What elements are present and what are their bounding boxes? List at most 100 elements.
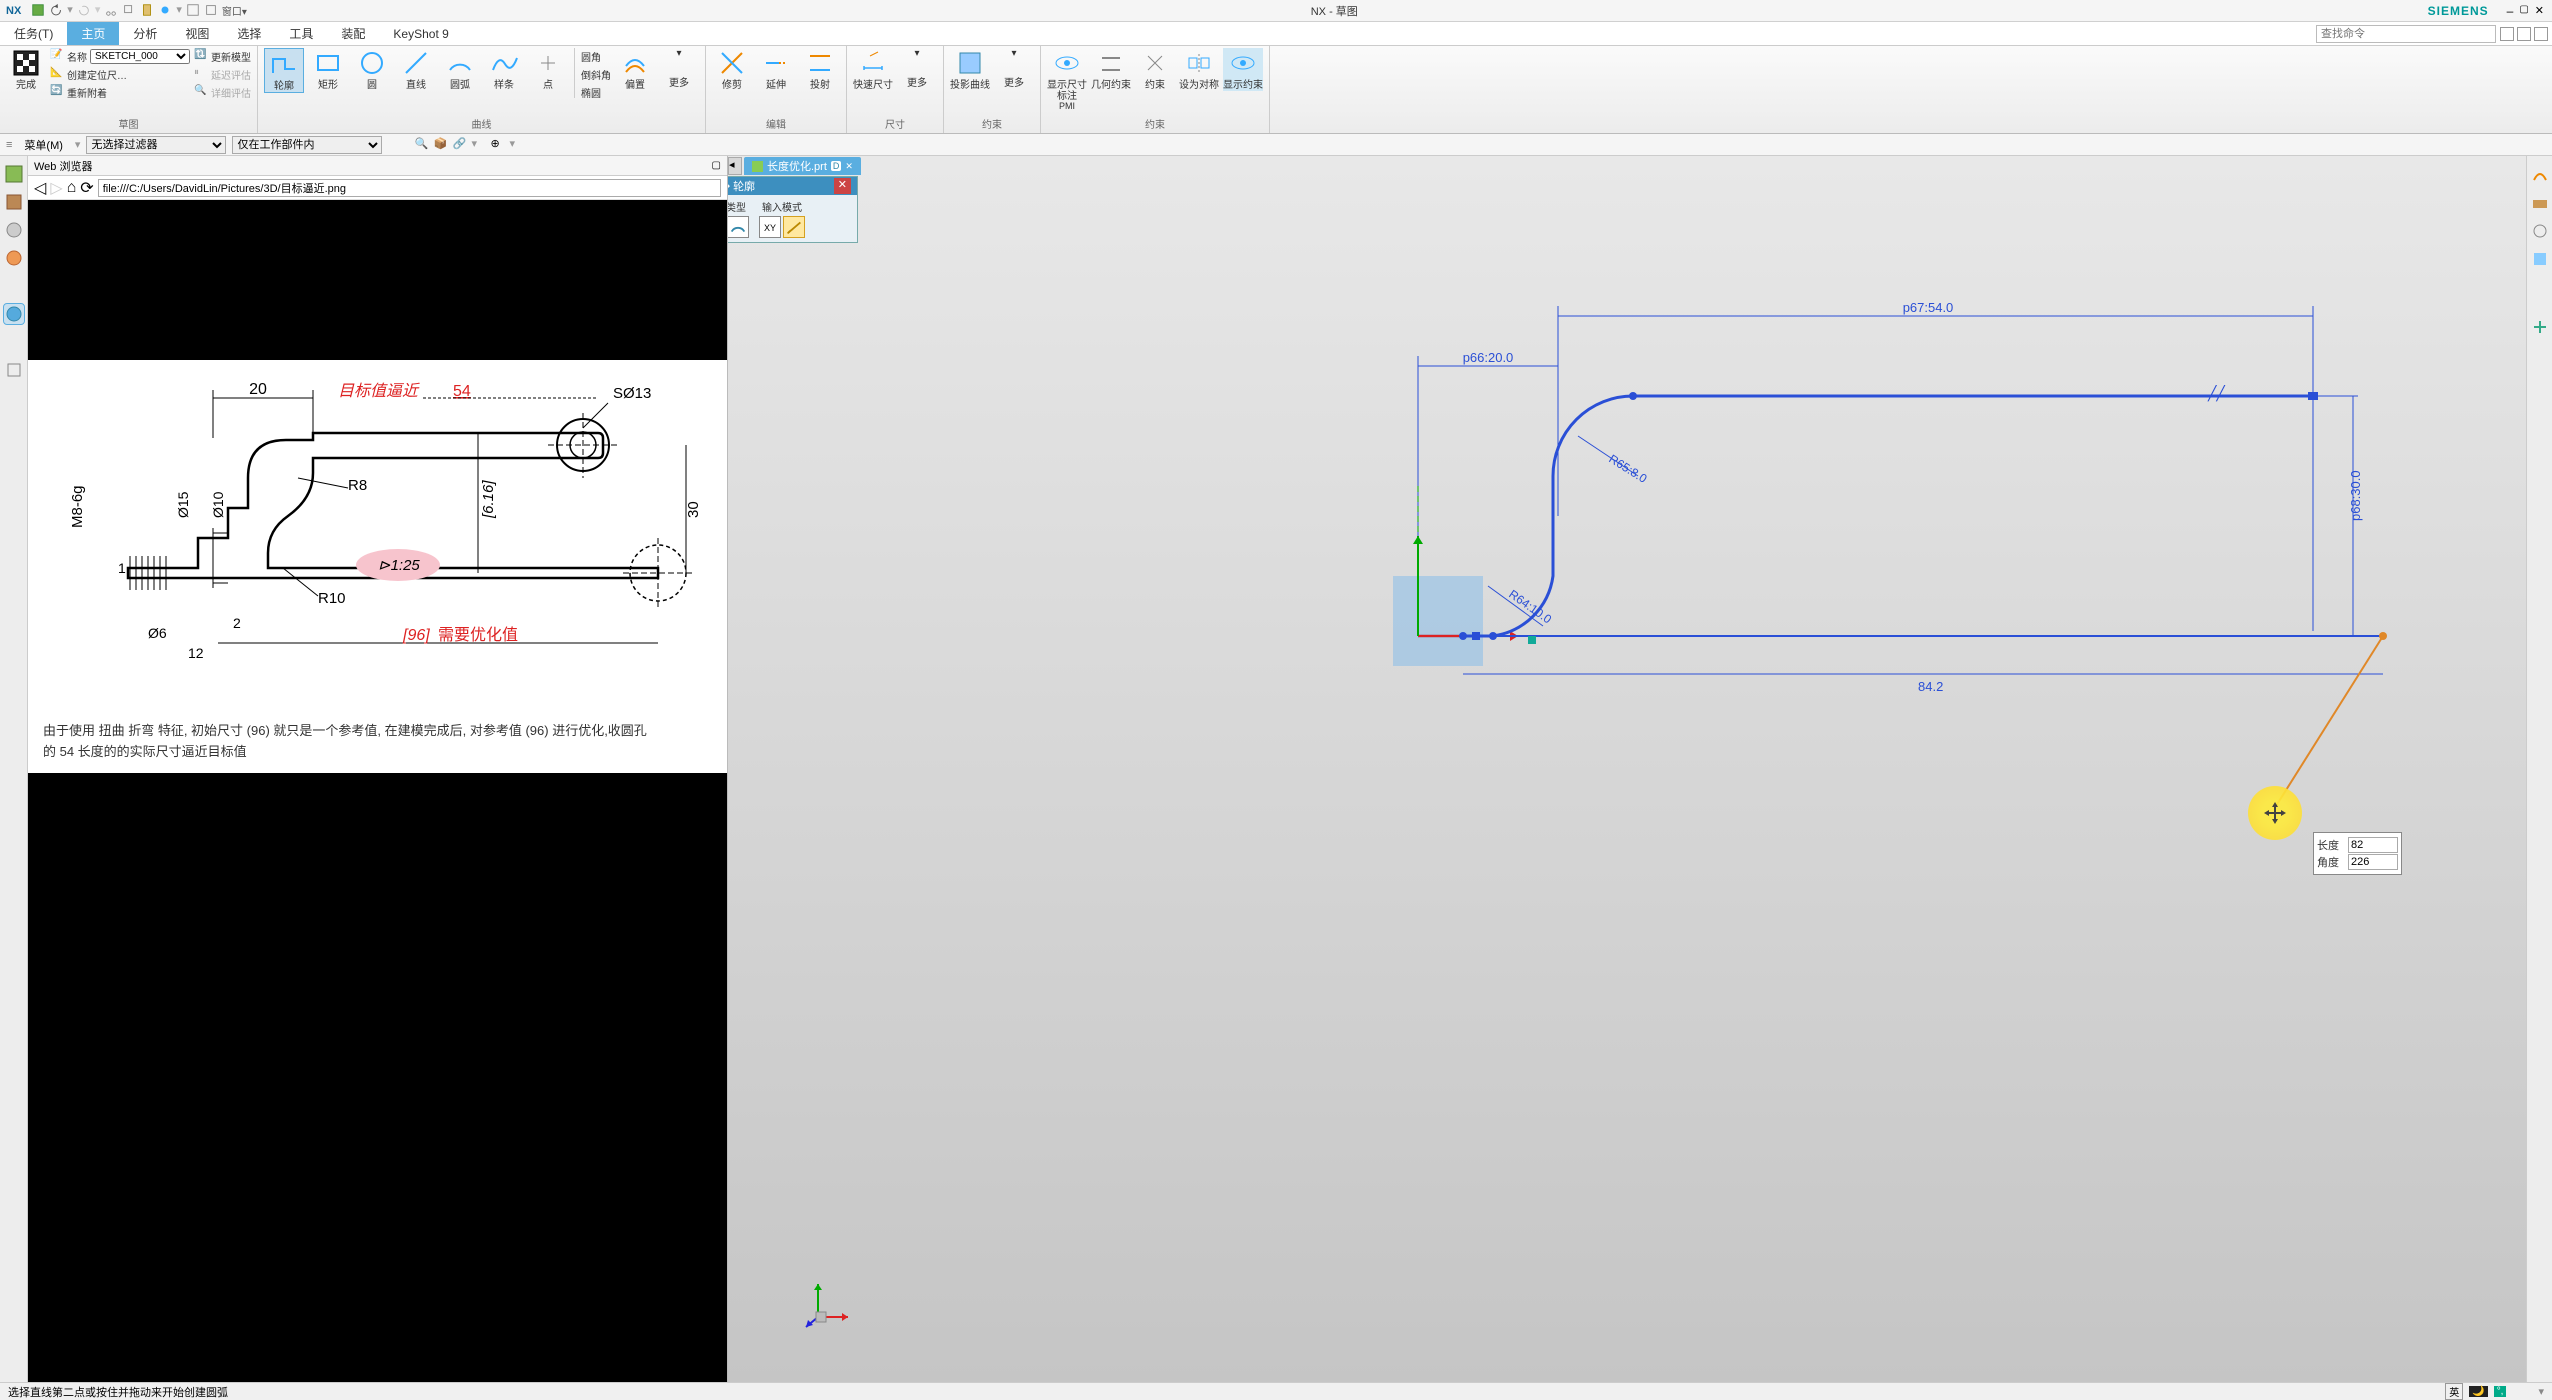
trim-button[interactable]: 修剪 — [712, 48, 752, 91]
line-button[interactable]: 直线 — [396, 48, 436, 91]
quick-dim-button[interactable]: 快速尺寸 — [853, 48, 893, 91]
finish-button[interactable]: 完成 — [6, 48, 46, 91]
show-constraint-button[interactable]: 显示约束 — [1223, 48, 1263, 91]
nav-home-icon[interactable]: ⌂ — [67, 179, 77, 197]
angle-input[interactable] — [2348, 854, 2398, 870]
fi2[interactable]: 📦 — [433, 137, 449, 153]
rb1-icon[interactable] — [2531, 166, 2549, 184]
svg-text:R8: R8 — [348, 477, 367, 494]
rect-button[interactable]: 矩形 — [308, 48, 348, 91]
rb3-icon[interactable] — [2531, 222, 2549, 240]
profile-panel[interactable]: ◆ 轮廓✕ 对象类型 输入模式 XY — [728, 176, 858, 243]
sketch-name-select[interactable]: SKETCH_000 — [90, 49, 190, 64]
tab-keyshot[interactable]: KeyShot 9 — [379, 22, 462, 45]
ime-moon-icon[interactable]: 🌙 — [2469, 1386, 2487, 1397]
menu-button[interactable]: 菜单(M) — [18, 137, 69, 153]
tab-select[interactable]: 选择 — [223, 22, 275, 45]
geo-constraint-button[interactable]: 几何约束 — [1091, 48, 1131, 91]
profile-button[interactable]: 轮廓 — [264, 48, 304, 93]
ime-punct-icon[interactable]: °, — [2494, 1386, 2507, 1397]
fi3[interactable]: 🔗 — [452, 137, 468, 153]
nav-fwd-icon[interactable]: ▷ — [50, 178, 62, 198]
doc-tab[interactable]: 长度优化.prt D ✕ — [744, 157, 861, 175]
project-button[interactable]: 投射 — [800, 48, 840, 91]
tab-tools[interactable]: 工具 — [275, 22, 327, 45]
close-icon[interactable]: ✕ — [2535, 4, 2544, 18]
filter2-select[interactable]: 仅在工作部件内 — [232, 136, 382, 154]
expand-icon[interactable] — [186, 3, 200, 17]
circle-button[interactable]: 圆 — [352, 48, 392, 91]
fillet-button[interactable]: 圆角 — [581, 48, 611, 64]
copy-icon[interactable] — [122, 3, 136, 17]
ribbon: 完成 📝 名称 SKETCH_000 📐创建定位尺… 🔄重新附着 🔃更新模型 ⏸… — [0, 46, 2552, 134]
constraint-button[interactable]: 约束 — [1135, 48, 1175, 91]
ellipse-button[interactable]: 椭圆 — [581, 84, 611, 100]
history-icon[interactable] — [4, 360, 24, 380]
constraint-more-button[interactable]: ▾更多 — [994, 48, 1034, 89]
update-model[interactable]: 🔃更新模型 — [194, 48, 251, 64]
offset-button[interactable]: 偏置 — [615, 48, 655, 91]
nav-reload-icon[interactable]: ⟳ — [80, 178, 93, 198]
window-icon[interactable] — [204, 3, 218, 17]
web-panel-close[interactable]: ▢ — [712, 160, 721, 171]
doc-close-icon[interactable]: ✕ — [845, 161, 853, 172]
dim-more-button[interactable]: ▾更多 — [897, 48, 937, 89]
help-icon[interactable] — [2500, 27, 2514, 41]
fi1[interactable]: 🔍 — [414, 137, 430, 153]
main-area: Web 浏览器 ▢ ◁ ▷ ⌂ ⟳ 20 目标值逼近 54 SØ13 — [0, 156, 2552, 1382]
web-content[interactable]: 20 目标值逼近 54 SØ13 — [28, 200, 727, 1382]
view-triad[interactable] — [798, 1272, 858, 1332]
tab-assembly[interactable]: 装配 — [327, 22, 379, 45]
panel-close-icon[interactable]: ✕ — [834, 178, 851, 194]
filter1-select[interactable]: 无选择过滤器 — [86, 136, 226, 154]
rb4-icon[interactable] — [2531, 250, 2549, 268]
canvas[interactable]: ◂ 长度优化.prt D ✕ ◆ 轮廓✕ 对象类型 输入模 — [728, 156, 2526, 1382]
part-nav-icon[interactable] — [4, 220, 24, 240]
cut-icon[interactable] — [104, 3, 118, 17]
undo-icon[interactable] — [49, 3, 63, 17]
reattach[interactable]: 🔄重新附着 — [50, 84, 190, 100]
tab-task[interactable]: 任务(T) — [0, 22, 67, 45]
navigator-icon[interactable] — [4, 164, 24, 184]
url-input[interactable] — [98, 179, 721, 197]
chamfer-button[interactable]: 倒斜角 — [581, 66, 611, 82]
rb2-icon[interactable] — [2531, 194, 2549, 212]
fi4[interactable]: ⊕ — [490, 137, 506, 153]
reuse-icon[interactable] — [4, 248, 24, 268]
min-ribbon-icon[interactable] — [2534, 27, 2548, 41]
point-button[interactable]: 点 — [528, 48, 568, 91]
doc-tab-home[interactable]: ◂ — [728, 157, 742, 175]
create-locate-dim[interactable]: 📐创建定位尺… — [50, 66, 190, 82]
rb5-icon[interactable] — [2531, 318, 2549, 336]
tab-analyze[interactable]: 分析 — [119, 22, 171, 45]
web-icon[interactable] — [4, 304, 24, 324]
obj-arc-icon[interactable] — [728, 216, 749, 238]
maximize-icon[interactable]: ▢ — [2519, 4, 2528, 18]
length-angle-input[interactable]: 长度 角度 — [2313, 832, 2402, 875]
paste-icon[interactable] — [140, 3, 154, 17]
tab-view[interactable]: 视图 — [171, 22, 223, 45]
redo-icon[interactable] — [77, 3, 91, 17]
svg-text:目标值逼近: 目标值逼近 — [338, 382, 420, 400]
nav-back-icon[interactable]: ◁ — [34, 178, 46, 198]
symmetric-button[interactable]: 设为对称 — [1179, 48, 1219, 91]
detail-eval[interactable]: 🔍详细评估 — [194, 84, 251, 100]
spline-button[interactable]: 样条 — [484, 48, 524, 91]
project-curve-button[interactable]: 投影曲线 — [950, 48, 990, 91]
ime-indicator[interactable]: 英 — [2445, 1383, 2463, 1400]
length-input[interactable] — [2348, 837, 2398, 853]
save-icon[interactable] — [31, 3, 45, 17]
curve-more-button[interactable]: ▾更多 — [659, 48, 699, 89]
fullscreen-icon[interactable] — [2517, 27, 2531, 41]
extend-button[interactable]: 延伸 — [756, 48, 796, 91]
show-dim-pmi-button[interactable]: 显示尺寸标注PMI — [1047, 48, 1087, 112]
command-search[interactable] — [2316, 25, 2496, 43]
delay-eval[interactable]: ⏸延迟评估 — [194, 66, 251, 82]
arc-button[interactable]: 圆弧 — [440, 48, 480, 91]
mode-polar-icon[interactable] — [783, 216, 805, 238]
assembly-nav-icon[interactable] — [4, 192, 24, 212]
tab-home[interactable]: 主页 — [67, 22, 119, 45]
mode-xy-icon[interactable]: XY — [759, 216, 781, 238]
touch-icon[interactable] — [158, 3, 172, 17]
minimize-icon[interactable]: ‒ — [2507, 4, 2514, 18]
